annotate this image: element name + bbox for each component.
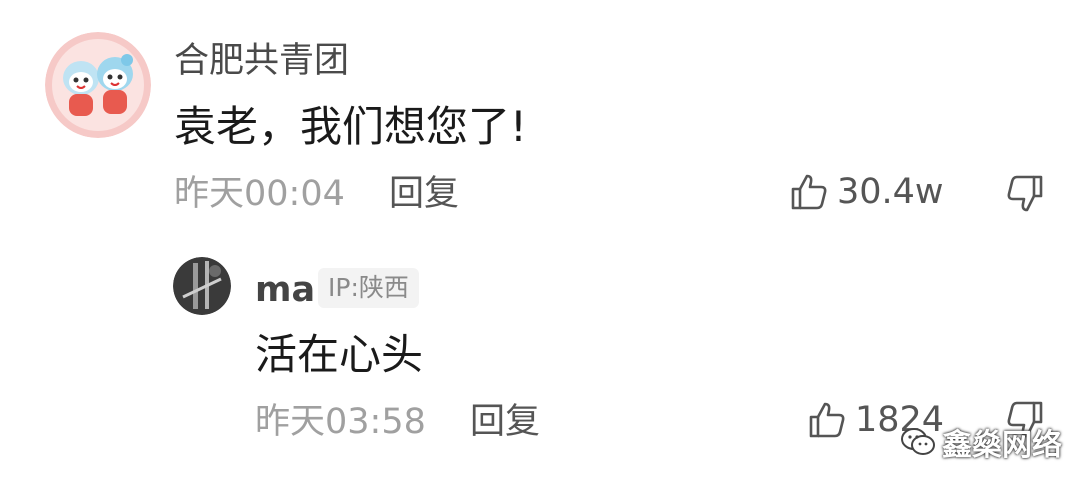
ip-location-badge: IP:陕西 [318, 268, 419, 308]
reply-button[interactable]: 回复 [389, 177, 459, 212]
cartoon-mascots-avatar-icon [45, 32, 151, 138]
dislike-button[interactable] [1003, 174, 1045, 218]
reply-reply-button[interactable]: 回复 [470, 405, 540, 440]
like-count: 30.4w [837, 171, 944, 212]
like-button[interactable]: 30.4w [789, 172, 944, 212]
thumbs-up-icon [791, 174, 827, 210]
watermark-text: 鑫燊网络 [942, 428, 1062, 463]
comment-thread: 合肥共青团 袁老，我们想您了! 昨天00:04 回复 30.4w ma IP:陕… [0, 0, 1080, 487]
wechat-icon [901, 428, 935, 455]
reply-time: 昨天03:58 [255, 402, 426, 442]
watermark: 鑫燊网络 [900, 420, 1062, 464]
avatar[interactable] [45, 32, 151, 138]
thumbs-up-icon [809, 402, 845, 438]
comment-text: 袁老，我们想您了! [174, 102, 527, 151]
thumbs-down-icon [1007, 175, 1043, 212]
photo-avatar-icon [173, 257, 231, 315]
comment-time: 昨天00:04 [174, 174, 345, 214]
reply-username[interactable]: ma [255, 273, 315, 308]
username[interactable]: 合肥共青团 [174, 44, 349, 79]
reply-avatar[interactable] [173, 257, 231, 315]
reply-text: 活在心头 [255, 330, 424, 379]
